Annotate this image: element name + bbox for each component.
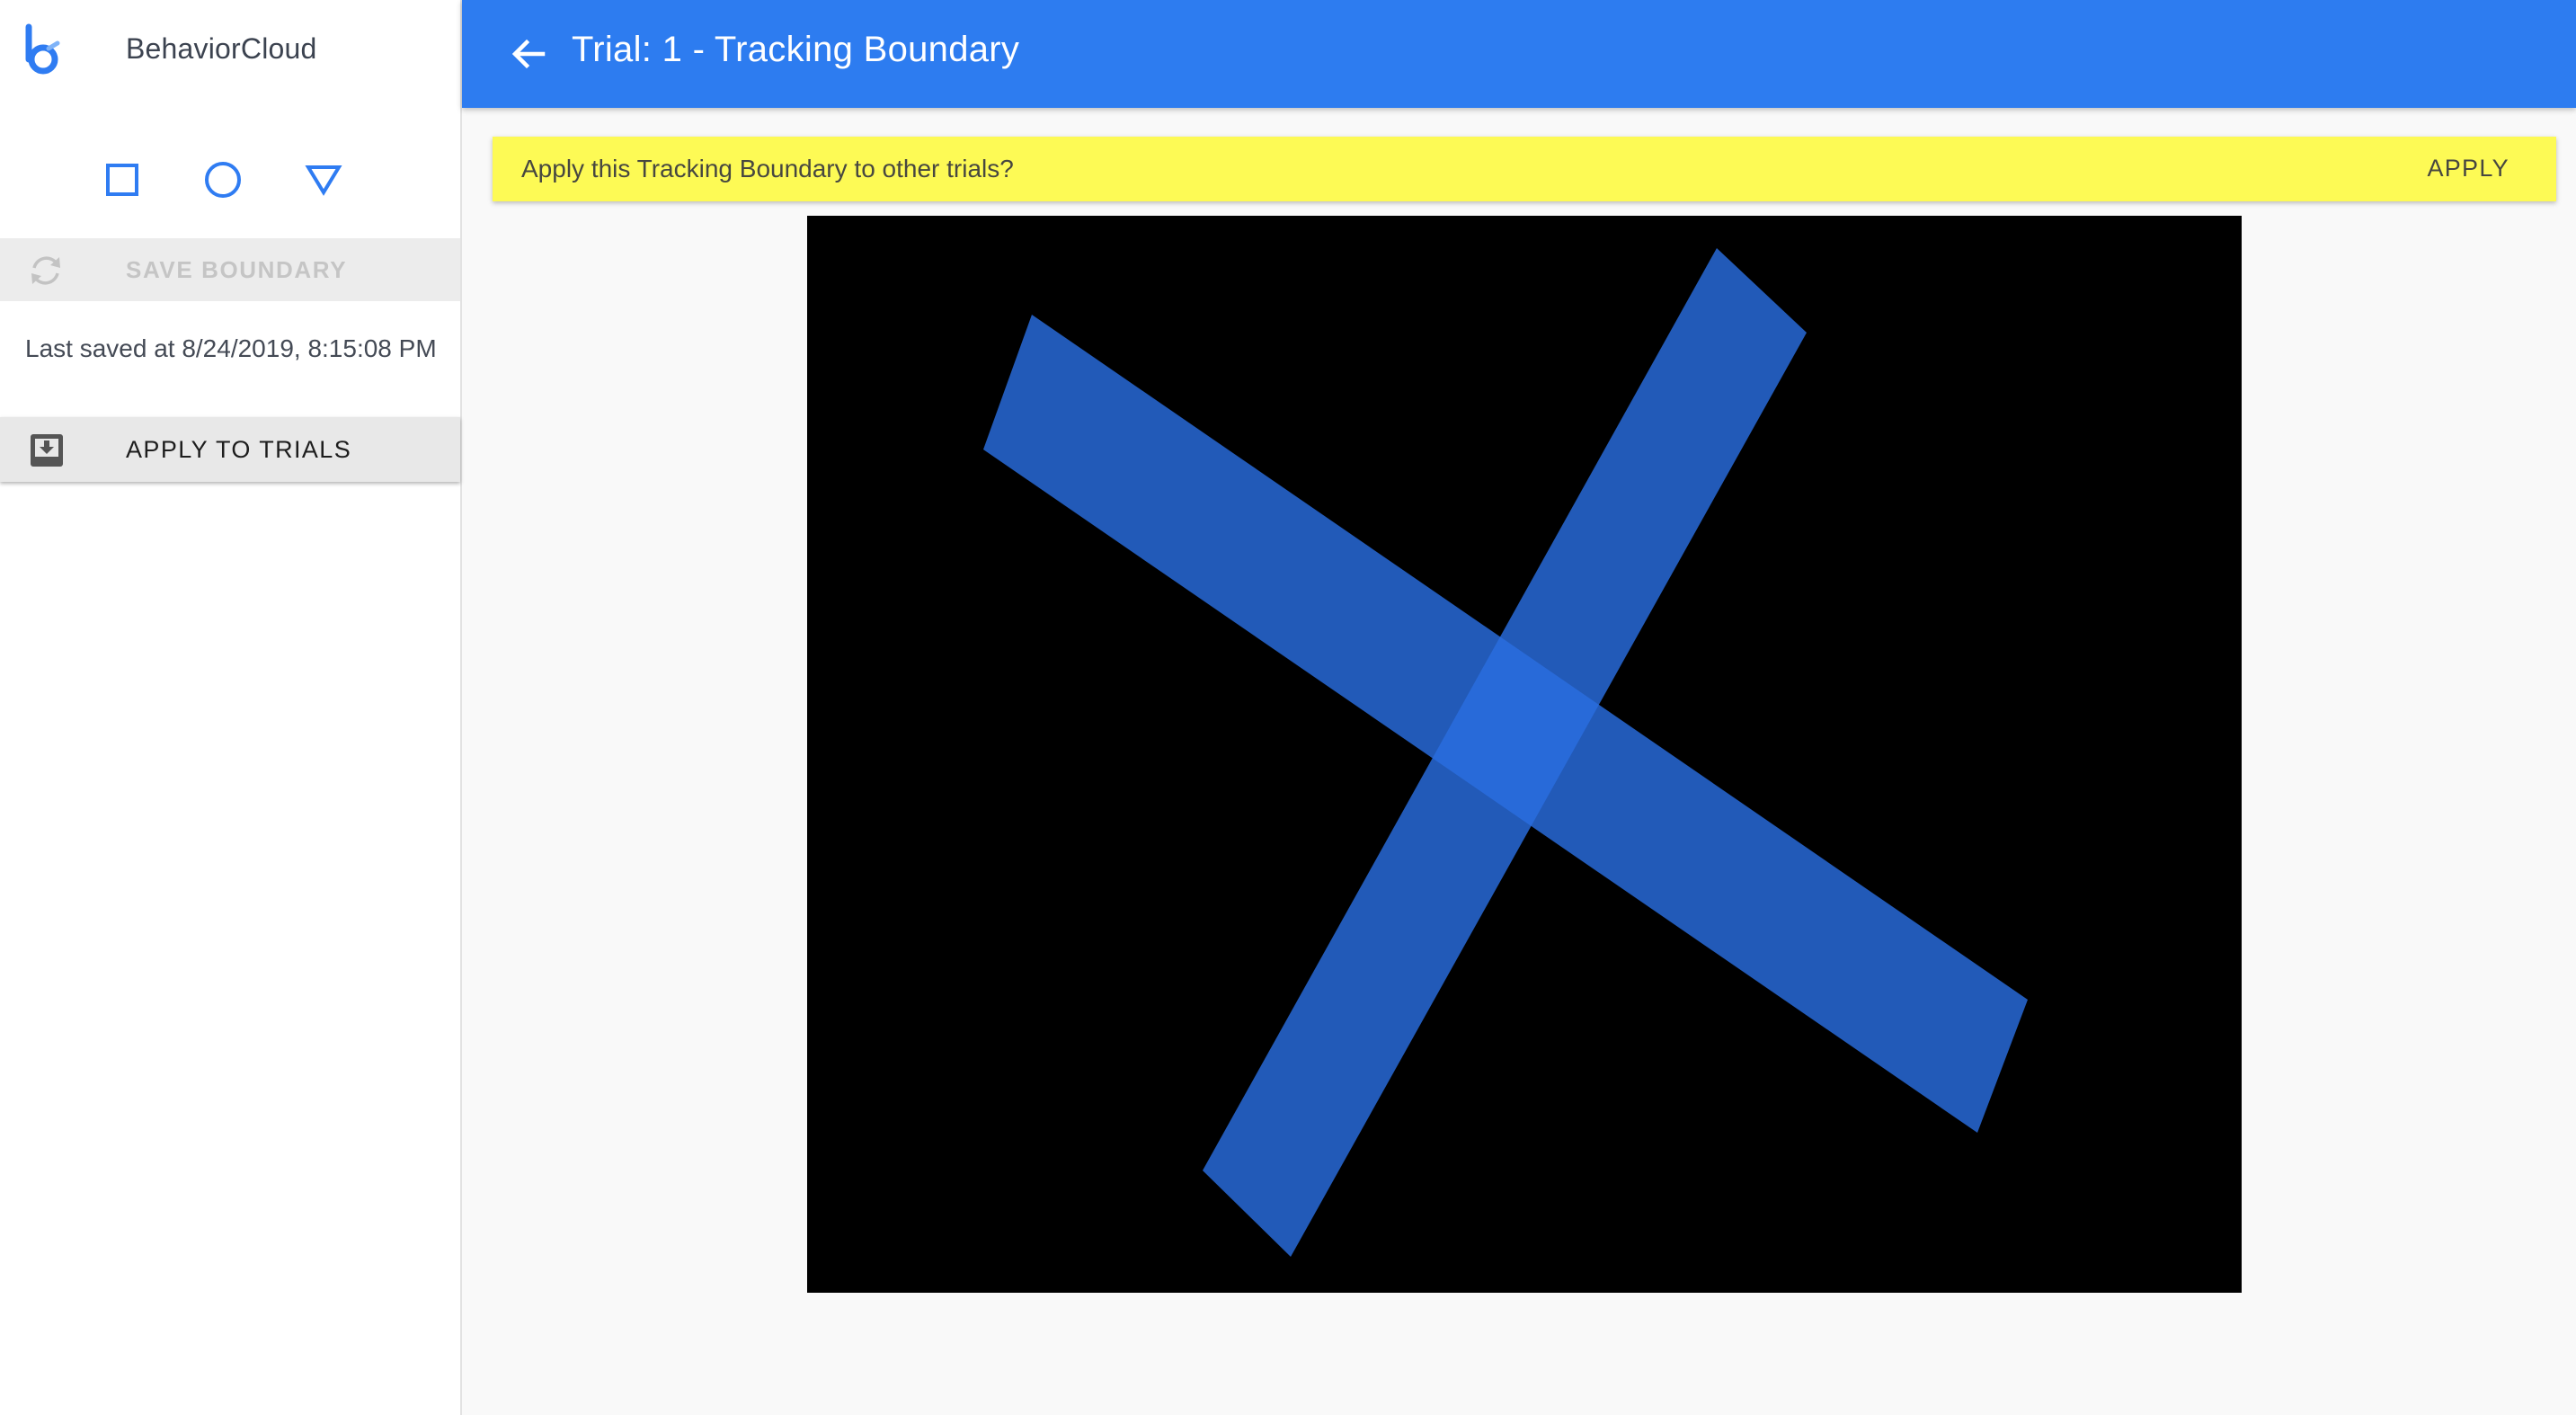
sidebar: BehaviorCloud SAVE BOUNDARY Last saved a… bbox=[0, 0, 462, 1415]
apply-to-trials-label: APPLY TO TRIALS bbox=[126, 436, 352, 463]
triangle-tool-button[interactable] bbox=[288, 144, 360, 216]
brand-logo-icon bbox=[25, 23, 60, 75]
apply-to-trials-button[interactable]: APPLY TO TRIALS bbox=[0, 417, 460, 482]
square-tool-button[interactable] bbox=[86, 144, 158, 216]
inbox-download-icon bbox=[31, 434, 63, 467]
circle-tool-button[interactable] bbox=[187, 144, 259, 216]
boundary-drawing bbox=[983, 248, 2028, 1257]
triangle-icon bbox=[305, 165, 342, 196]
shape-tools bbox=[0, 144, 460, 216]
page-title: Trial: 1 - Tracking Boundary bbox=[572, 30, 1020, 69]
boundary-canvas[interactable] bbox=[807, 216, 2242, 1293]
boundary-bar-2[interactable] bbox=[1203, 248, 1807, 1257]
sync-icon bbox=[31, 256, 60, 285]
notice-apply-button[interactable]: APPLY bbox=[2427, 155, 2509, 182]
notice-text: Apply this Tracking Boundary to other tr… bbox=[521, 155, 1014, 182]
save-boundary-button[interactable]: SAVE BOUNDARY bbox=[0, 238, 460, 301]
circle-icon bbox=[205, 162, 241, 198]
app-header: Trial: 1 - Tracking Boundary bbox=[462, 0, 2576, 108]
arrow-left-icon[interactable] bbox=[503, 29, 554, 79]
brand-name: BehaviorCloud bbox=[126, 32, 317, 65]
app-root: BehaviorCloud SAVE BOUNDARY Last saved a… bbox=[0, 0, 2576, 1415]
save-boundary-label: SAVE BOUNDARY bbox=[126, 256, 348, 283]
square-icon bbox=[106, 164, 138, 196]
brand: BehaviorCloud bbox=[0, 0, 460, 101]
apply-notice-banner: Apply this Tracking Boundary to other tr… bbox=[493, 137, 2556, 201]
last-saved-text: Last saved at 8/24/2019, 8:15:08 PM bbox=[25, 334, 437, 362]
